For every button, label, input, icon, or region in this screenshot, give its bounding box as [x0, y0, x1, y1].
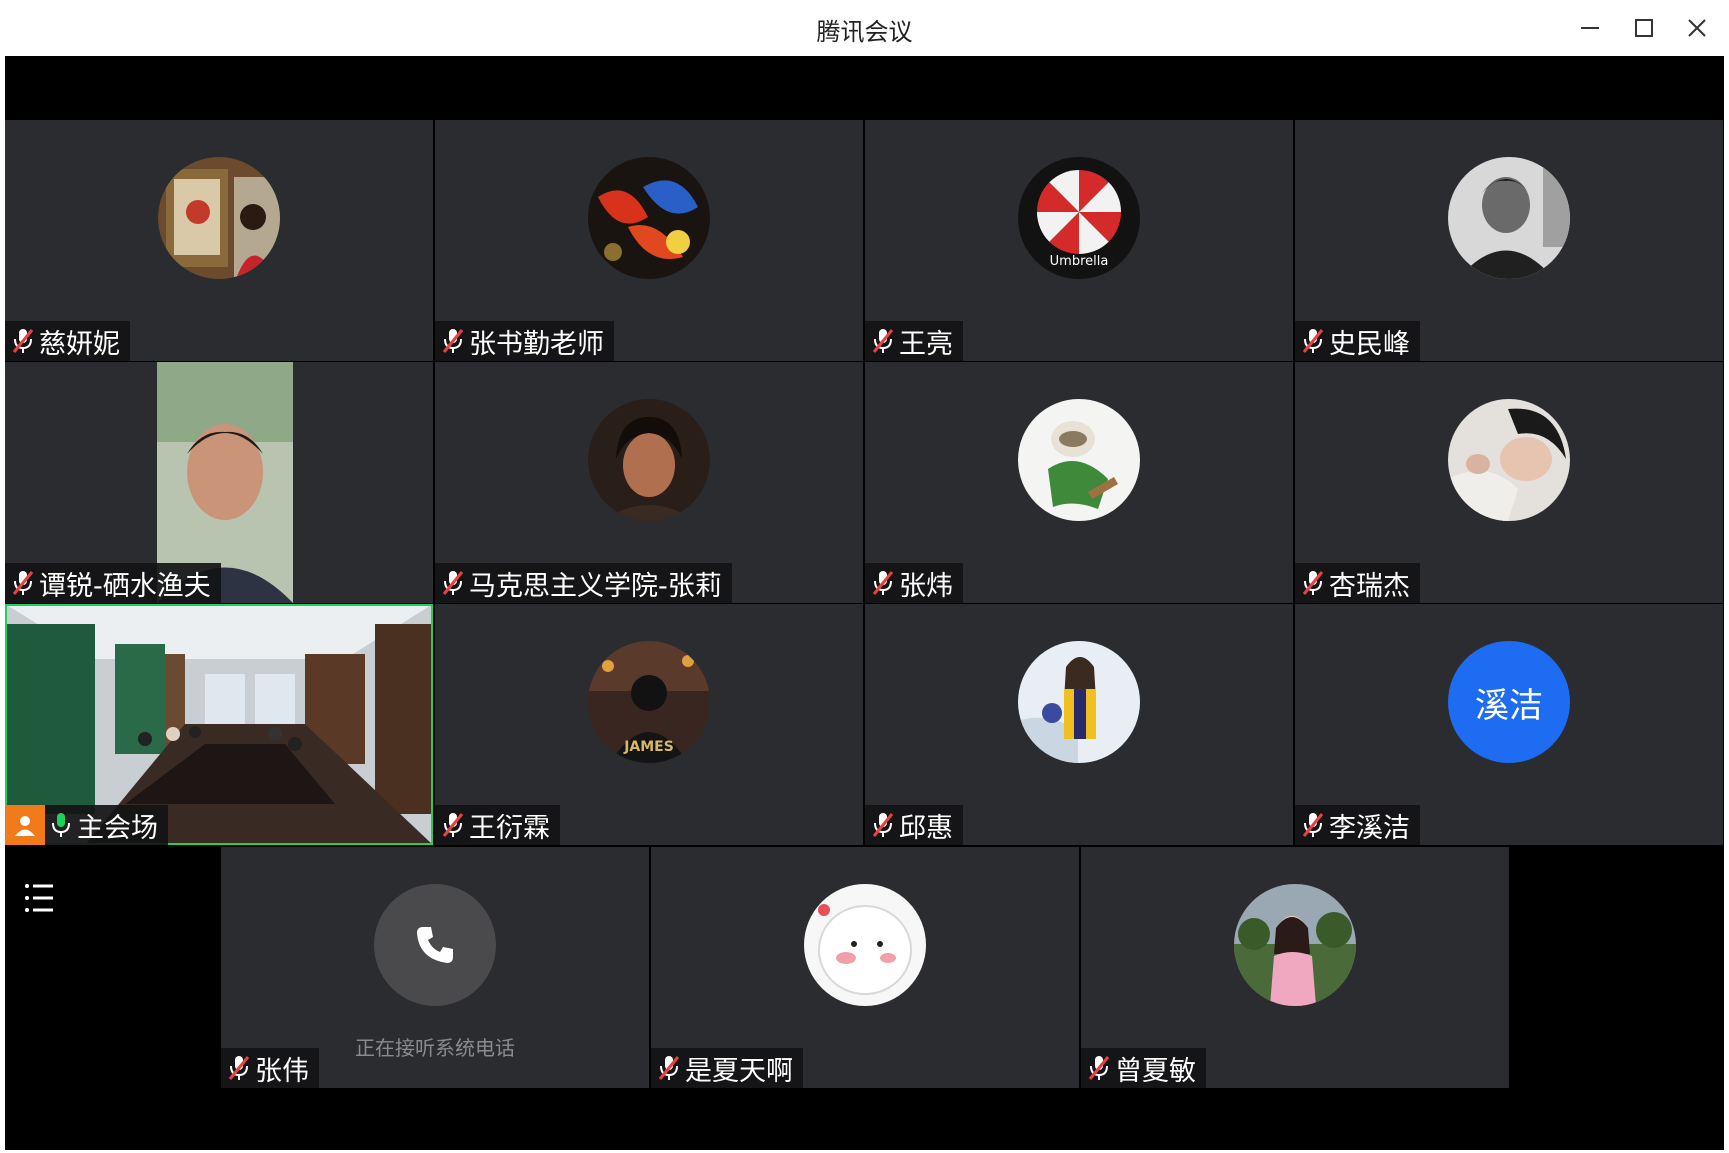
- muted-mic-icon: [442, 329, 464, 353]
- close-icon: [1688, 19, 1706, 37]
- muted-mic-icon: [1302, 813, 1324, 837]
- initials-avatar: 溪洁: [1448, 641, 1570, 763]
- participant-tile[interactable]: 慈妍妮: [5, 120, 433, 361]
- umbrella-text: Umbrella: [1050, 254, 1109, 269]
- avatar: JAMES: [588, 641, 710, 763]
- muted-mic-icon: [228, 1056, 250, 1080]
- name-tag: 杏瑞杰: [1295, 563, 1420, 603]
- video-grid: 慈妍妮 张书勤老师 Umbrella 王亮 史民峰 谭锐-硒水渔夫 马克思主义学…: [5, 56, 1724, 1150]
- jersey-text: JAMES: [623, 739, 674, 755]
- participant-tile[interactable]: 正在接听系统电话 张伟: [221, 847, 649, 1088]
- avatar: [158, 157, 280, 279]
- active-mic-icon: [52, 813, 70, 837]
- participant-tile[interactable]: Umbrella 王亮: [865, 120, 1293, 361]
- name-tag: 谭锐-硒水渔夫: [5, 563, 221, 603]
- participant-name: 张书勤老师: [469, 328, 604, 360]
- participant-tile[interactable]: 是夏天啊: [651, 847, 1079, 1088]
- participant-tile[interactable]: 谭锐-硒水渔夫: [5, 362, 433, 603]
- muted-mic-icon: [1088, 1056, 1110, 1080]
- muted-mic-icon: [1302, 329, 1324, 353]
- participant-tile[interactable]: JAMES 王衍霖: [435, 604, 863, 845]
- participant-tile[interactable]: 溪洁 李溪洁: [1295, 604, 1723, 845]
- name-tag: 王衍霖: [435, 805, 560, 845]
- name-tag: 邱惠: [865, 805, 963, 845]
- avatar: [1448, 399, 1570, 521]
- participant-tile[interactable]: 杏瑞杰: [1295, 362, 1723, 603]
- participant-name: 主会场: [77, 812, 158, 844]
- muted-mic-icon: [442, 813, 464, 837]
- participant-name: 慈妍妮: [39, 328, 120, 360]
- muted-mic-icon: [872, 329, 894, 353]
- host-person-icon: [15, 816, 35, 836]
- participant-name: 谭锐-硒水渔夫: [39, 570, 211, 602]
- avatar: [588, 157, 710, 279]
- participant-name: 王衍霖: [469, 812, 550, 844]
- muted-mic-icon: [12, 329, 34, 353]
- avatar: Umbrella: [1018, 157, 1140, 279]
- name-tag: 慈妍妮: [5, 321, 130, 361]
- participant-name: 张炜: [899, 570, 953, 602]
- name-tag: 史民峰: [1295, 321, 1420, 361]
- name-tag: 主会场: [5, 805, 168, 845]
- maximize-icon: [1635, 19, 1653, 37]
- participant-tile[interactable]: 马克思主义学院-张莉: [435, 362, 863, 603]
- name-tag: 张书勤老师: [435, 321, 614, 361]
- muted-mic-icon: [658, 1056, 680, 1080]
- close-button[interactable]: [1675, 10, 1719, 46]
- participant-tile[interactable]: 张书勤老师: [435, 120, 863, 361]
- window-title: 腾讯会议: [816, 18, 913, 46]
- host-badge: [5, 805, 45, 845]
- avatar: [588, 399, 710, 521]
- avatar: [1448, 157, 1570, 279]
- list-icon: [25, 884, 53, 912]
- muted-mic-icon: [872, 813, 894, 837]
- participant-name: 马克思主义学院-张莉: [469, 570, 722, 602]
- muted-mic-icon: [12, 571, 34, 595]
- participant-name: 李溪洁: [1329, 812, 1410, 844]
- minimize-icon: [1581, 27, 1599, 29]
- name-tag: 曾夏敏: [1081, 1048, 1206, 1088]
- name-tag: 李溪洁: [1295, 805, 1420, 845]
- avatar: [1018, 641, 1140, 763]
- participant-tile[interactable]: 史民峰: [1295, 120, 1723, 361]
- participant-name: 曾夏敏: [1115, 1055, 1196, 1087]
- name-tag: 王亮: [865, 321, 963, 361]
- meeting-window: 腾讯会议 慈妍妮 张书勤老师 Umbrella 王亮 史民峰 谭锐-硒水渔夫 马…: [0, 0, 1729, 1153]
- title-bar: 腾讯会议: [0, 0, 1729, 56]
- name-tag: 马克思主义学院-张莉: [435, 563, 732, 603]
- participant-name: 王亮: [899, 328, 953, 360]
- maximize-button[interactable]: [1622, 10, 1666, 46]
- name-tag: 是夏天啊: [651, 1048, 803, 1088]
- name-tag: 张伟: [221, 1048, 319, 1088]
- avatar-initials: 溪洁: [1475, 685, 1543, 726]
- name-tag: 张炜: [865, 563, 963, 603]
- participant-name: 张伟: [255, 1055, 309, 1087]
- participant-name: 是夏天啊: [685, 1055, 793, 1087]
- participant-tile[interactable]: 张炜: [865, 362, 1293, 603]
- avatar: [1018, 399, 1140, 521]
- participant-name: 邱惠: [899, 812, 953, 844]
- participant-tile[interactable]: 曾夏敏: [1081, 847, 1509, 1088]
- participant-name: 史民峰: [1329, 328, 1410, 360]
- muted-mic-icon: [1302, 571, 1324, 595]
- phone-avatar: [374, 884, 496, 1006]
- participant-tile-main-venue[interactable]: 主会场: [5, 604, 433, 845]
- participant-tile[interactable]: 邱惠: [865, 604, 1293, 845]
- avatar: [1234, 884, 1356, 1006]
- participant-list-button[interactable]: [19, 876, 63, 920]
- minimize-button[interactable]: [1568, 10, 1612, 46]
- participant-name: 杏瑞杰: [1329, 570, 1410, 602]
- muted-mic-icon: [872, 571, 894, 595]
- muted-mic-icon: [442, 571, 464, 595]
- phone-icon: [417, 927, 453, 963]
- avatar: [804, 884, 926, 1006]
